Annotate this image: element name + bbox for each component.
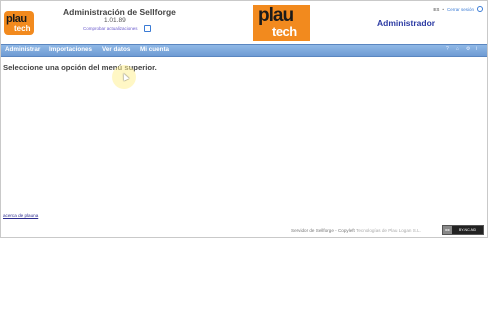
copyright-company-link[interactable]: Tecnologías de Plau Logan S.L. — [356, 228, 421, 233]
top-right-controls: ES • Cerrar sesión — [433, 6, 483, 12]
check-updates-link[interactable]: Comprobar actualizaciones — [83, 26, 138, 31]
language-selector[interactable]: ES — [433, 7, 439, 12]
copyright-text: Servidor de Sellforge - Copyleft — [291, 228, 355, 233]
app-title: Administración de Sellforge — [63, 7, 176, 17]
app-frame: plau tech Administración de Sellforge 1.… — [0, 0, 488, 238]
refresh-icon[interactable] — [144, 25, 151, 32]
help-icon[interactable]: ? — [446, 47, 451, 52]
menu-item-mi-cuenta[interactable]: Mi cuenta — [140, 46, 169, 53]
menu-item-importaciones[interactable]: Importaciones — [49, 46, 92, 53]
footer-copyright: Servidor de Sellforge - Copyleft Tecnolo… — [291, 228, 421, 233]
main-menu-bar: Administrar Importaciones Ver datos Mi c… — [1, 44, 487, 57]
creative-commons-badge[interactable]: cc BY-NC-ND — [442, 225, 484, 235]
menu-toolbar-icons: ? ⌂ ⚙ i — [446, 47, 481, 52]
cc-icon: cc — [443, 226, 452, 234]
logout-link[interactable]: Cerrar sesión — [447, 7, 474, 12]
current-user-name: Administrador — [377, 18, 436, 28]
separator: • — [442, 6, 444, 12]
home-icon[interactable]: ⌂ — [456, 47, 461, 52]
logo-word-tech: tech — [272, 24, 297, 39]
app-version: 1.01.89 — [104, 17, 126, 24]
logout-icon[interactable] — [477, 6, 483, 12]
about-link[interactable]: acerca de plauna — [3, 213, 38, 218]
plautech-large-logo: plau tech — [253, 5, 310, 41]
menu-item-ver-datos[interactable]: Ver datos — [102, 46, 130, 53]
cc-license-text: BY-NC-ND — [452, 226, 483, 234]
menu-item-administrar[interactable]: Administrar — [5, 46, 40, 53]
plautech-small-logo[interactable]: plau tech — [4, 11, 34, 35]
logo-word-tech: tech — [14, 24, 31, 33]
info-icon[interactable]: i — [476, 47, 481, 52]
settings-icon[interactable]: ⚙ — [466, 47, 471, 52]
